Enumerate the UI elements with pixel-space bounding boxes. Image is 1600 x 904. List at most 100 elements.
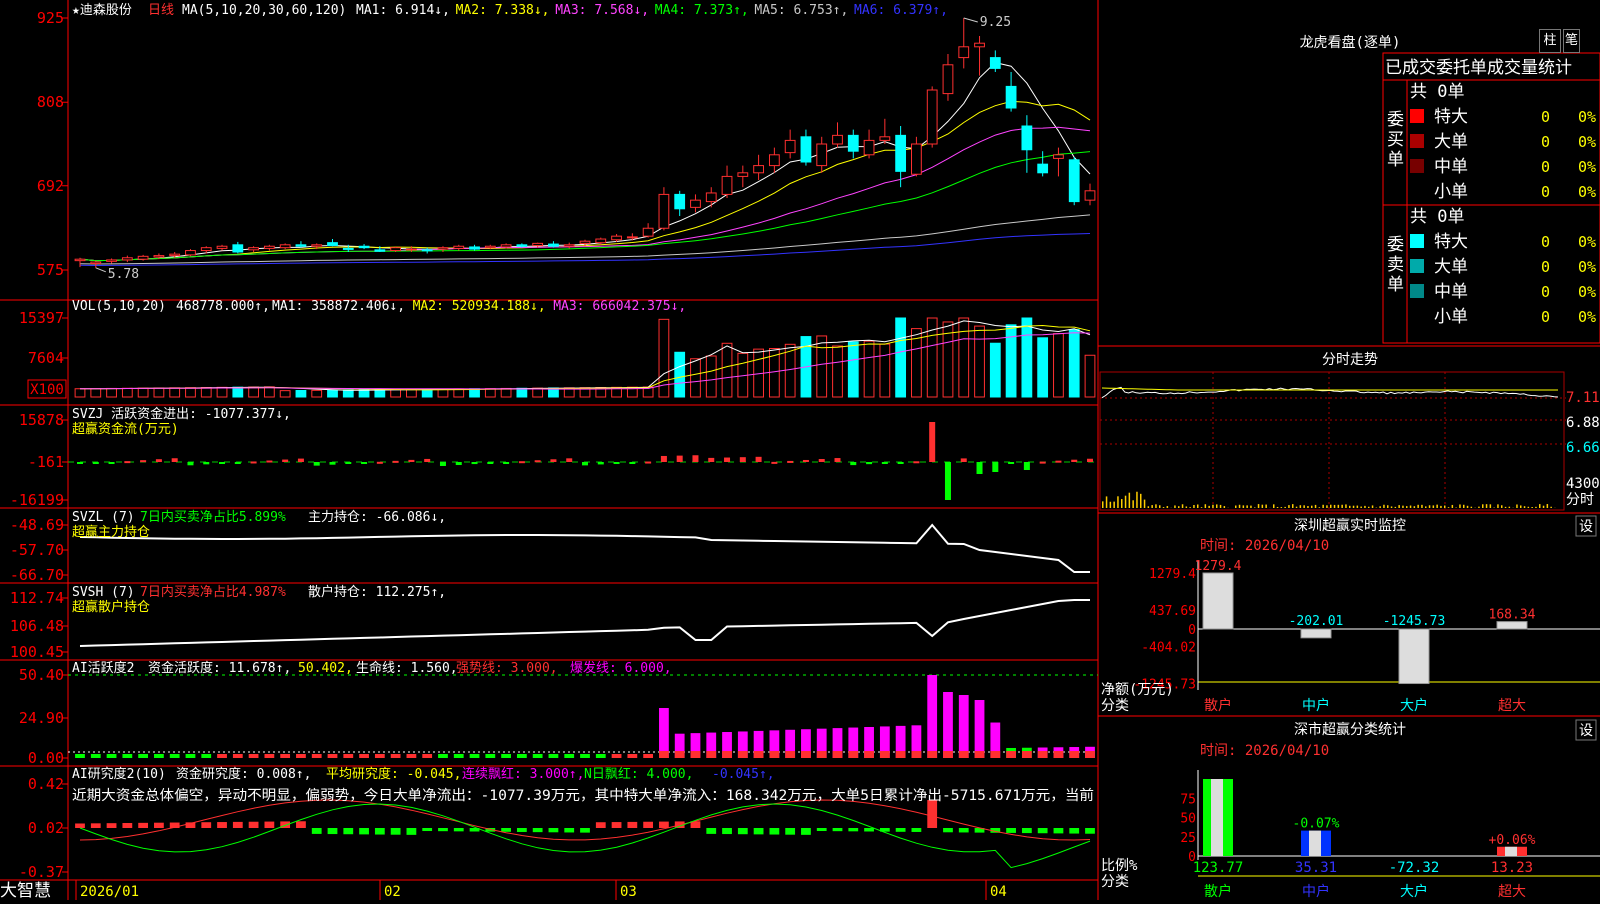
- fenshi-vol-bar: [1307, 506, 1309, 508]
- volume-bar: [691, 359, 701, 397]
- x-axis-label: 04: [990, 884, 1007, 900]
- vol-tick-label: 15397: [19, 309, 64, 327]
- buy-row-label: 中单: [1434, 157, 1468, 177]
- volume-bar: [107, 388, 117, 397]
- fenshi-vol-bar: [1243, 505, 1245, 508]
- svzj-bar: [472, 462, 478, 464]
- fenshi-vol-bar: [1360, 507, 1362, 508]
- ai2-value-5: -0.045↑,: [712, 767, 775, 782]
- ai1-bar: [627, 754, 637, 758]
- fenshi-vol-bar: [1406, 506, 1408, 508]
- ai1-base-bar: [1085, 751, 1095, 758]
- ai1-value-2: 50.402,: [298, 661, 353, 676]
- fenshi-vol-bar: [1345, 504, 1347, 508]
- svzj-bar: [1040, 462, 1046, 464]
- ma-value-3: MA3: 7.568↓,: [555, 3, 649, 18]
- svzj-bar: [1071, 460, 1077, 462]
- fenshi-vol-bar: [1311, 506, 1313, 508]
- volume-bar: [975, 326, 985, 397]
- class-bar-highlight: [1309, 831, 1321, 856]
- fenshi-vol-bar: [1235, 506, 1237, 508]
- fenshi-vol-bar: [1300, 505, 1302, 508]
- svzl-tick-label: -48.69: [10, 516, 64, 534]
- monitor-bar-value: 168.34: [1489, 608, 1536, 623]
- candle-body: [533, 243, 543, 245]
- ai1-bar: [485, 754, 495, 758]
- ai2-bar: [517, 828, 527, 832]
- buy-row-pct: 0%: [1578, 108, 1596, 126]
- candle-body: [785, 140, 795, 152]
- svzj-header: SVZJ 活跃资金进出: -1077.377↓,: [72, 406, 291, 422]
- volume-bar: [896, 318, 906, 397]
- fenshi-vol-bar: [1528, 507, 1530, 508]
- svzj-bar: [172, 458, 178, 462]
- ai1-base-bar: [1022, 751, 1032, 758]
- svzj-bar: [393, 461, 399, 463]
- svzj-bar: [456, 462, 462, 465]
- ai2-bar: [391, 828, 401, 835]
- candle-body: [201, 248, 211, 251]
- ai1-bar: [249, 754, 259, 758]
- sell-row-count: 0: [1541, 258, 1550, 276]
- monitor-title: 深圳超赢实时监控: [1294, 517, 1406, 534]
- ai1-base-bar: [990, 751, 1000, 758]
- fenshi-tick-label: 6.88: [1566, 415, 1600, 431]
- fenshi-vol-bar: [1186, 506, 1188, 508]
- stock-name: ★迪森股份: [72, 3, 132, 18]
- fenshi-vol-bar: [1509, 507, 1511, 508]
- ai1-bar: [659, 708, 669, 758]
- candle-body: [407, 249, 417, 250]
- candle-body: [391, 248, 401, 251]
- candle-body: [896, 135, 906, 171]
- candle-body: [233, 245, 243, 252]
- volume-bar: [864, 341, 874, 397]
- fenshi-vol-bar: [1159, 505, 1161, 508]
- svsh-subtitle: 超赢散户持仓: [72, 599, 150, 615]
- svzj-bar: [740, 457, 746, 462]
- svzj-bar: [1008, 462, 1014, 464]
- fenshi-vol-bar: [1410, 506, 1412, 508]
- candle-body: [927, 90, 937, 144]
- buy-row-count: 0: [1541, 183, 1550, 201]
- fenshi-vol-bar: [1444, 506, 1446, 508]
- ai1-bar: [596, 754, 606, 758]
- volume-bar: [343, 390, 353, 397]
- buy-total: 共 0单: [1410, 82, 1464, 102]
- svsh-ratio-label: 7日内买卖净占比4.987%: [140, 584, 286, 600]
- ai1-base-bar: [706, 751, 716, 758]
- volume-bar: [959, 318, 969, 397]
- ai1-bar: [264, 754, 274, 758]
- svsh-title: SVSH (7): [72, 585, 135, 600]
- background: [0, 0, 1600, 900]
- fenshi-vol-bar: [1163, 507, 1165, 508]
- fenshi-vol-bar: [1193, 505, 1195, 508]
- sell-group-label: 卖: [1387, 255, 1404, 275]
- svzj-bar: [850, 462, 856, 465]
- ai1-bar: [328, 754, 338, 758]
- ai2-bar: [706, 828, 716, 834]
- ai2-bar: [138, 823, 148, 828]
- fenshi-vol-bar: [1364, 506, 1366, 508]
- svsh-value: 散户持仓: 112.275↑,: [308, 584, 446, 600]
- tick-mode-button[interactable]: 笔: [1563, 29, 1580, 53]
- fenshi-vol-bar: [1151, 505, 1153, 508]
- candle-body: [138, 256, 148, 259]
- sell-row-label: 中单: [1434, 282, 1468, 302]
- bar-mode-button[interactable]: 柱: [1539, 29, 1561, 53]
- sell-row-swatch: [1410, 259, 1424, 273]
- fenshi-vol-bar: [1281, 507, 1283, 508]
- class-bar-highlight: [1505, 847, 1517, 856]
- ai2-bar: [596, 822, 606, 828]
- fenshi-vol-bar: [1254, 507, 1256, 508]
- ai2-bar: [154, 823, 164, 828]
- ai1-base-bar: [785, 751, 795, 758]
- ai2-bar: [912, 828, 922, 832]
- svzj-bar: [519, 461, 525, 463]
- volume-bar: [407, 389, 417, 397]
- ai2-bar: [454, 828, 464, 831]
- monitor-bar: [1301, 629, 1331, 638]
- class-category-label: 散户: [1204, 883, 1232, 900]
- volume-bar: [848, 342, 858, 397]
- svzj-bar: [219, 462, 225, 464]
- vol-header: VOL(5,10,20): [72, 299, 166, 314]
